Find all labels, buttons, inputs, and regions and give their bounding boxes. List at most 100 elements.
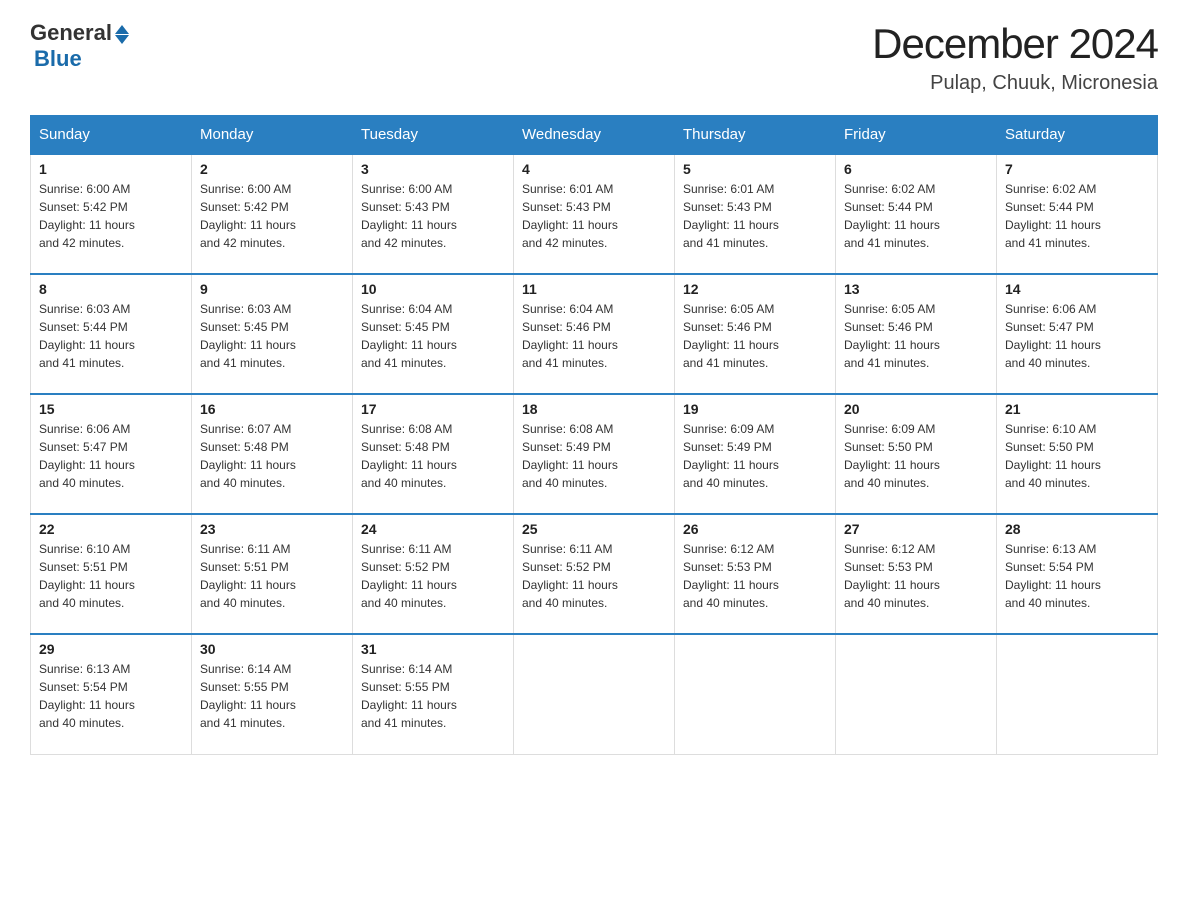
calendar-cell: 29 Sunrise: 6:13 AMSunset: 5:54 PMDayligh… (31, 634, 192, 754)
day-info: Sunrise: 6:07 AMSunset: 5:48 PMDaylight:… (200, 420, 344, 492)
page-header: General Blue December 2024 Pulap, Chuuk,… (30, 20, 1158, 95)
day-number: 21 (1005, 401, 1149, 417)
calendar-cell: 13 Sunrise: 6:05 AMSunset: 5:46 PMDayligh… (836, 274, 997, 394)
calendar-cell: 16 Sunrise: 6:07 AMSunset: 5:48 PMDayligh… (192, 394, 353, 514)
day-info: Sunrise: 6:10 AMSunset: 5:50 PMDaylight:… (1005, 420, 1149, 492)
calendar-cell: 22Sunrise: 6:10 AMSunset: 5:51 PMDayligh… (31, 514, 192, 634)
day-info: Sunrise: 6:10 AMSunset: 5:51 PMDaylight:… (39, 540, 183, 612)
day-info: Sunrise: 6:00 AMSunset: 5:42 PMDaylight:… (39, 180, 183, 252)
day-number: 7 (1005, 161, 1149, 177)
calendar-cell: 9 Sunrise: 6:03 AMSunset: 5:45 PMDaylight… (192, 274, 353, 394)
title-section: December 2024 Pulap, Chuuk, Micronesia (872, 20, 1158, 95)
calendar-cell: 20Sunrise: 6:09 AMSunset: 5:50 PMDayligh… (836, 394, 997, 514)
logo-triangle-top (115, 25, 129, 34)
day-info: Sunrise: 6:04 AMSunset: 5:46 PMDaylight:… (522, 300, 666, 372)
calendar-cell: 7 Sunrise: 6:02 AMSunset: 5:44 PMDaylight… (997, 154, 1158, 274)
day-info: Sunrise: 6:14 AMSunset: 5:55 PMDaylight:… (200, 660, 344, 732)
day-info: Sunrise: 6:05 AMSunset: 5:46 PMDaylight:… (844, 300, 988, 372)
calendar-cell: 14Sunrise: 6:06 AMSunset: 5:47 PMDayligh… (997, 274, 1158, 394)
calendar-cell: 11 Sunrise: 6:04 AMSunset: 5:46 PMDayligh… (514, 274, 675, 394)
calendar-cell: 15 Sunrise: 6:06 AMSunset: 5:47 PMDayligh… (31, 394, 192, 514)
calendar-cell: 10 Sunrise: 6:04 AMSunset: 5:45 PMDayligh… (353, 274, 514, 394)
calendar-cell: 23 Sunrise: 6:11 AMSunset: 5:51 PMDayligh… (192, 514, 353, 634)
header-sunday: Sunday (31, 116, 192, 155)
calendar-cell: 1 Sunrise: 6:00 AMSunset: 5:42 PMDaylight… (31, 154, 192, 274)
calendar-cell: 24 Sunrise: 6:11 AMSunset: 5:52 PMDayligh… (353, 514, 514, 634)
day-info: Sunrise: 6:01 AMSunset: 5:43 PMDaylight:… (683, 180, 827, 252)
calendar-cell: 3 Sunrise: 6:00 AMSunset: 5:43 PMDaylight… (353, 154, 514, 274)
logo-triangle-bottom (115, 35, 129, 44)
day-info: Sunrise: 6:03 AMSunset: 5:44 PMDaylight:… (39, 300, 183, 372)
month-title: December 2024 (872, 20, 1158, 68)
day-info: Sunrise: 6:08 AMSunset: 5:49 PMDaylight:… (522, 420, 666, 492)
day-info: Sunrise: 6:04 AMSunset: 5:45 PMDaylight:… (361, 300, 505, 372)
calendar-cell (675, 634, 836, 754)
location-title: Pulap, Chuuk, Micronesia (872, 72, 1158, 95)
day-info: Sunrise: 6:11 AMSunset: 5:52 PMDaylight:… (361, 540, 505, 612)
calendar-cell: 21 Sunrise: 6:10 AMSunset: 5:50 PMDayligh… (997, 394, 1158, 514)
day-info: Sunrise: 6:05 AMSunset: 5:46 PMDaylight:… (683, 300, 827, 372)
day-info: Sunrise: 6:00 AMSunset: 5:42 PMDaylight:… (200, 180, 344, 252)
week-row-5: 29 Sunrise: 6:13 AMSunset: 5:54 PMDayligh… (31, 634, 1158, 754)
day-number: 26 (683, 521, 827, 537)
day-number: 1 (39, 161, 183, 177)
calendar-cell: 18 Sunrise: 6:08 AMSunset: 5:49 PMDayligh… (514, 394, 675, 514)
calendar-cell (836, 634, 997, 754)
day-number: 25 (522, 521, 666, 537)
header-monday: Monday (192, 116, 353, 155)
day-number: 3 (361, 161, 505, 177)
logo: General Blue (30, 20, 129, 72)
day-number: 23 (200, 521, 344, 537)
calendar-cell: 19 Sunrise: 6:09 AMSunset: 5:49 PMDayligh… (675, 394, 836, 514)
calendar-cell (997, 634, 1158, 754)
calendar-cell: 26 Sunrise: 6:12 AMSunset: 5:53 PMDayligh… (675, 514, 836, 634)
week-row-2: 8 Sunrise: 6:03 AMSunset: 5:44 PMDaylight… (31, 274, 1158, 394)
weekday-header-row: Sunday Monday Tuesday Wednesday Thursday… (31, 116, 1158, 155)
day-number: 18 (522, 401, 666, 417)
day-info: Sunrise: 6:11 AMSunset: 5:52 PMDaylight:… (522, 540, 666, 612)
day-number: 24 (361, 521, 505, 537)
day-info: Sunrise: 6:09 AMSunset: 5:49 PMDaylight:… (683, 420, 827, 492)
day-number: 11 (522, 281, 666, 297)
day-info: Sunrise: 6:09 AMSunset: 5:50 PMDaylight:… (844, 420, 988, 492)
calendar-cell: 5Sunrise: 6:01 AMSunset: 5:43 PMDaylight… (675, 154, 836, 274)
day-number: 29 (39, 641, 183, 657)
calendar-cell: 17 Sunrise: 6:08 AMSunset: 5:48 PMDayligh… (353, 394, 514, 514)
day-info: Sunrise: 6:06 AMSunset: 5:47 PMDaylight:… (39, 420, 183, 492)
day-number: 9 (200, 281, 344, 297)
calendar-cell: 30Sunrise: 6:14 AMSunset: 5:55 PMDayligh… (192, 634, 353, 754)
day-info: Sunrise: 6:08 AMSunset: 5:48 PMDaylight:… (361, 420, 505, 492)
day-info: Sunrise: 6:11 AMSunset: 5:51 PMDaylight:… (200, 540, 344, 612)
calendar-cell: 8 Sunrise: 6:03 AMSunset: 5:44 PMDaylight… (31, 274, 192, 394)
calendar-cell: 4 Sunrise: 6:01 AMSunset: 5:43 PMDaylight… (514, 154, 675, 274)
day-number: 27 (844, 521, 988, 537)
calendar-cell: 28Sunrise: 6:13 AMSunset: 5:54 PMDayligh… (997, 514, 1158, 634)
day-number: 16 (200, 401, 344, 417)
day-info: Sunrise: 6:13 AMSunset: 5:54 PMDaylight:… (39, 660, 183, 732)
day-number: 10 (361, 281, 505, 297)
day-number: 8 (39, 281, 183, 297)
day-number: 4 (522, 161, 666, 177)
day-number: 12 (683, 281, 827, 297)
week-row-4: 22Sunrise: 6:10 AMSunset: 5:51 PMDayligh… (31, 514, 1158, 634)
calendar-cell (514, 634, 675, 754)
day-number: 13 (844, 281, 988, 297)
day-info: Sunrise: 6:02 AMSunset: 5:44 PMDaylight:… (1005, 180, 1149, 252)
day-number: 28 (1005, 521, 1149, 537)
day-info: Sunrise: 6:12 AMSunset: 5:53 PMDaylight:… (683, 540, 827, 612)
week-row-3: 15 Sunrise: 6:06 AMSunset: 5:47 PMDayligh… (31, 394, 1158, 514)
day-info: Sunrise: 6:02 AMSunset: 5:44 PMDaylight:… (844, 180, 988, 252)
day-number: 19 (683, 401, 827, 417)
day-info: Sunrise: 6:01 AMSunset: 5:43 PMDaylight:… (522, 180, 666, 252)
calendar-cell: 27Sunrise: 6:12 AMSunset: 5:53 PMDayligh… (836, 514, 997, 634)
calendar-table: Sunday Monday Tuesday Wednesday Thursday… (30, 115, 1158, 755)
day-info: Sunrise: 6:00 AMSunset: 5:43 PMDaylight:… (361, 180, 505, 252)
day-info: Sunrise: 6:03 AMSunset: 5:45 PMDaylight:… (200, 300, 344, 372)
day-number: 15 (39, 401, 183, 417)
day-number: 17 (361, 401, 505, 417)
header-thursday: Thursday (675, 116, 836, 155)
logo-general-text: General (30, 20, 112, 46)
header-tuesday: Tuesday (353, 116, 514, 155)
header-friday: Friday (836, 116, 997, 155)
day-number: 14 (1005, 281, 1149, 297)
